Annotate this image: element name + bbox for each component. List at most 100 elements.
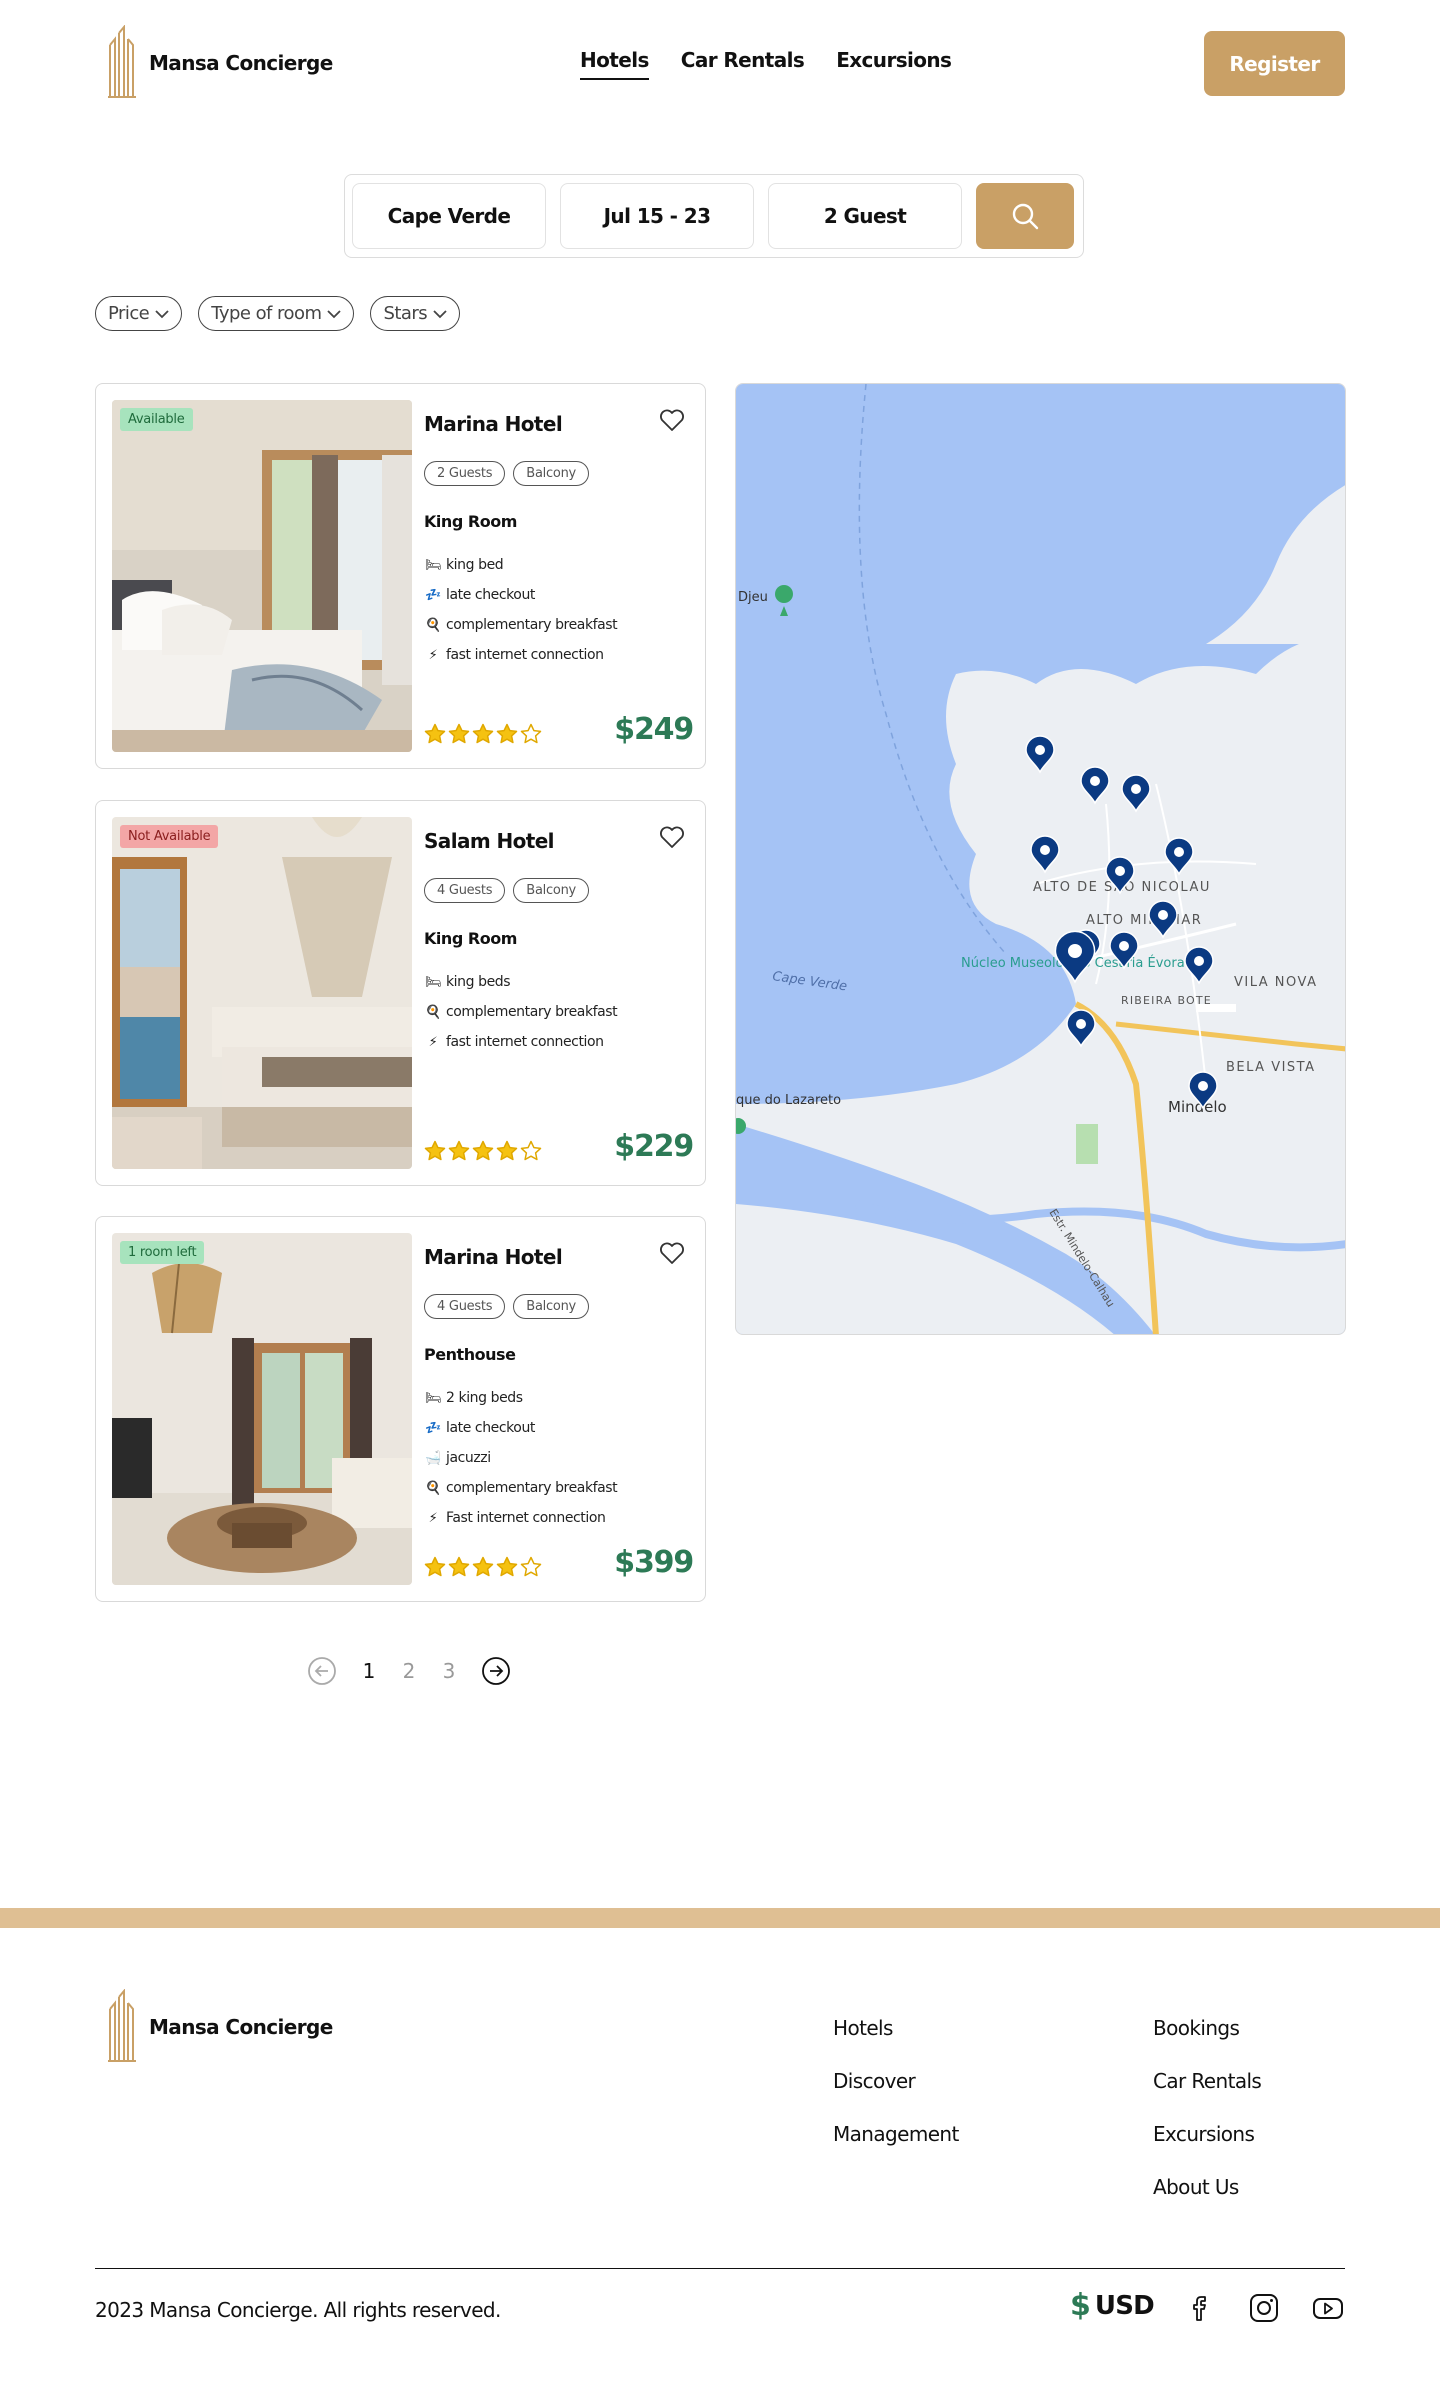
register-button[interactable]: Register — [1204, 31, 1345, 96]
amenity-text: jacuzzi — [446, 1450, 491, 1466]
youtube-icon[interactable] — [1311, 2291, 1345, 2325]
footer-link-excursions[interactable]: Excursions — [1153, 2123, 1261, 2145]
amenity-text: fast internet connection — [446, 1034, 604, 1050]
currency-selector[interactable]: $ USD — [1070, 2288, 1155, 2323]
footer-link-management[interactable]: Management — [833, 2123, 959, 2145]
filter-label: Price — [108, 303, 150, 324]
amenity-text: complementary breakfast — [446, 1480, 618, 1496]
tag-guests: 4 Guests — [424, 1294, 506, 1319]
amenity-text: king bed — [446, 557, 504, 573]
facebook-icon[interactable] — [1184, 2291, 1218, 2325]
room-photo[interactable]: 1 room left — [112, 1233, 412, 1585]
filter-stars[interactable]: Stars — [370, 296, 461, 331]
footer-link-about-us[interactable]: About Us — [1153, 2176, 1261, 2198]
star-filled-icon — [448, 1556, 470, 1577]
footer-links-col-1: Hotels Discover Management — [833, 2017, 959, 2145]
hotel-map[interactable]: ALTO DE SÃO NICOLAU ALTO MIRAMAR Núcleo … — [735, 383, 1346, 1335]
location-field[interactable]: Cape Verde — [352, 183, 546, 249]
filter-room-type[interactable]: Type of room — [198, 296, 355, 331]
site-header: Mansa Concierge Hotels Car Rentals Excur… — [0, 0, 1440, 130]
footer-link-car-rentals[interactable]: Car Rentals — [1153, 2070, 1262, 2092]
currency-label: USD — [1094, 2290, 1155, 2321]
amenity-text: Fast internet connection — [446, 1510, 606, 1526]
price: $249 — [614, 712, 694, 747]
search-button[interactable] — [976, 183, 1074, 249]
amenity-item: 🛏 king bed — [424, 550, 617, 580]
heart-icon[interactable] — [659, 1241, 685, 1265]
bedroom-photo — [112, 817, 412, 1169]
amenity-item: ⚡ fast internet connection — [424, 640, 617, 670]
footer-divider-band — [0, 1908, 1440, 1928]
filter-price[interactable]: Price — [95, 296, 183, 331]
hotel-name[interactable]: Salam Hotel — [424, 829, 555, 853]
brand-name: Mansa Concierge — [149, 51, 333, 75]
hotel-card[interactable]: Not Available Salam Hotel 4 Guests Balco… — [95, 800, 706, 1186]
amenity-text: complementary breakfast — [446, 617, 618, 633]
footer-divider — [95, 2268, 1345, 2269]
sleep-icon: 💤 — [425, 1420, 441, 1436]
hotel-name[interactable]: Marina Hotel — [424, 1245, 563, 1269]
tag-list: 4 Guests Balcony — [424, 878, 589, 903]
star-empty-icon — [520, 1140, 542, 1161]
tag-list: 4 Guests Balcony — [424, 1294, 589, 1319]
living-room-photo — [112, 1233, 412, 1585]
nav-excursions[interactable]: Excursions — [836, 48, 952, 80]
map-label-alto-miramar: ALTO MIRAMAR — [1086, 913, 1202, 928]
star-filled-icon — [496, 1140, 518, 1161]
hotel-card[interactable]: 1 room left Marina Hotel 4 Guests Balcon… — [95, 1216, 706, 1602]
room-photo[interactable]: Not Available — [112, 817, 412, 1169]
search-icon — [1012, 203, 1039, 230]
lightning-icon: ⚡ — [428, 647, 438, 663]
page-number-1[interactable]: 1 — [360, 1659, 378, 1683]
instagram-icon[interactable] — [1247, 2291, 1281, 2325]
filter-label: Type of room — [211, 303, 322, 324]
footer-brand-logo[interactable]: Mansa Concierge — [107, 1989, 333, 2065]
star-empty-icon — [520, 1556, 542, 1577]
amenity-item: ⚡ fast internet connection — [424, 1027, 617, 1057]
logo-mark-icon — [108, 1989, 136, 2062]
map-label-lazareto: que do Lazareto — [736, 1093, 841, 1108]
nav-hotels[interactable]: Hotels — [580, 48, 649, 80]
brand-logo[interactable]: Mansa Concierge — [107, 25, 333, 101]
map-label-bela-vista: BELA VISTA — [1226, 1060, 1316, 1075]
footer-link-discover[interactable]: Discover — [833, 2070, 959, 2092]
nav-car-rentals[interactable]: Car Rentals — [681, 48, 805, 80]
amenity-item: 🛏 2 king beds — [424, 1383, 617, 1413]
bed-icon: 🛏 — [424, 974, 442, 990]
bed-icon: 🛏 — [424, 557, 442, 573]
star-filled-icon — [424, 723, 446, 744]
footer-link-bookings[interactable]: Bookings — [1153, 2017, 1261, 2039]
tag-balcony: Balcony — [513, 1294, 589, 1319]
amenity-list: 🛏 king bed 💤 late checkout 🍳 complementary … — [424, 550, 618, 670]
guests-field[interactable]: 2 Guest — [768, 183, 962, 249]
star-filled-icon — [424, 1140, 446, 1161]
hotel-card[interactable]: Available Marina Hotel 2 Guests Balcony … — [95, 383, 706, 769]
bathtub-icon: 🛁 — [425, 1450, 441, 1466]
copyright-text: 2023 Mansa Concierge. All rights reserve… — [95, 2298, 501, 2322]
pagination: 1 2 3 — [306, 1655, 512, 1687]
tag-list: 2 Guests Balcony — [424, 461, 589, 486]
page-number-3[interactable]: 3 — [440, 1659, 458, 1683]
heart-icon[interactable] — [659, 825, 685, 849]
amenity-list: 🛏 king beds 🍳 complementary breakfast ⚡ fas… — [424, 967, 618, 1057]
previous-page-icon[interactable] — [306, 1655, 338, 1687]
footer-link-hotels[interactable]: Hotels — [833, 2017, 959, 2039]
date-range-field[interactable]: Jul 15 - 23 — [560, 183, 754, 249]
heart-icon[interactable] — [659, 408, 685, 432]
amenity-item: ⚡ Fast internet connection — [424, 1503, 617, 1533]
room-photo[interactable]: Available — [112, 400, 412, 752]
breakfast-icon: 🍳 — [425, 1480, 441, 1496]
availability-badge: 1 room left — [120, 1241, 205, 1264]
amenity-item: 🍳 complementary breakfast — [424, 997, 618, 1027]
availability-badge: Available — [120, 408, 193, 431]
amenity-text: late checkout — [446, 587, 535, 603]
lightning-icon: ⚡ — [428, 1034, 438, 1050]
next-page-icon[interactable] — [480, 1655, 512, 1687]
amenity-item: 🛁 jacuzzi — [424, 1443, 617, 1473]
breakfast-icon: 🍳 — [425, 1004, 441, 1020]
hotel-name[interactable]: Marina Hotel — [424, 412, 563, 436]
page-number-2[interactable]: 2 — [400, 1659, 418, 1683]
amenity-item: 🛏 king beds — [424, 967, 617, 997]
room-type: King Room — [424, 929, 517, 948]
amenity-item: 🍳 complementary breakfast — [424, 610, 618, 640]
